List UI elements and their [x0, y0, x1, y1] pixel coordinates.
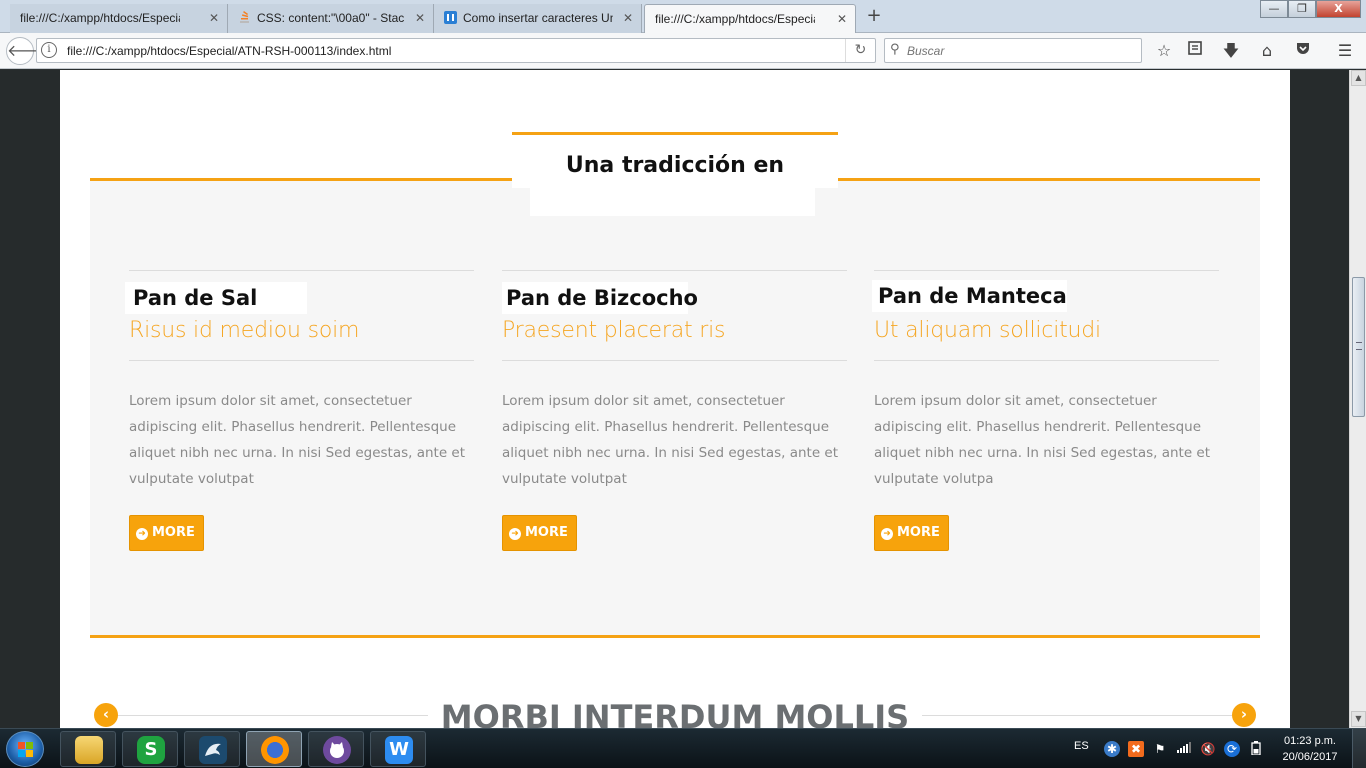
- xampp-icon[interactable]: ✖: [1128, 741, 1144, 757]
- tab-label: file:///C:/xampp/htdocs/Especial: [655, 12, 815, 26]
- tab-4-active[interactable]: file:///C:/xampp/htdocs/Especial ✕: [644, 4, 856, 34]
- tab-2[interactable]: CSS: content:"\00a0" - Stack O ✕: [228, 4, 434, 33]
- divider: [129, 360, 474, 361]
- carousel-prev-button[interactable]: ‹: [94, 703, 118, 727]
- writer-app-icon: W: [385, 736, 413, 764]
- dolphin-icon: [199, 736, 227, 764]
- search-input[interactable]: [907, 42, 1137, 60]
- title-box-overlay: [530, 180, 815, 216]
- page-content: Una tradicción en Veracruz Pan de Sal Ri…: [60, 70, 1290, 728]
- tab-strip: file:///C:/xampp/htdocs/Especial ✕ CSS: …: [0, 0, 1366, 34]
- pocket-icon[interactable]: [1292, 40, 1314, 62]
- system-clock[interactable]: 01:23 p.m. 20/06/2017: [1280, 733, 1340, 765]
- tab-3[interactable]: Como insertar caracteres Unic ✕: [434, 4, 642, 33]
- url-text[interactable]: file:///C:/xampp/htdocs/Especial/ATN-RSH…: [67, 44, 391, 58]
- address-bar[interactable]: i file:///C:/xampp/htdocs/Especial/ATN-R…: [36, 38, 876, 63]
- new-tab-button[interactable]: +: [864, 6, 884, 26]
- product-description: Lorem ipsum dolor sit amet, consectetuer…: [874, 393, 1211, 487]
- more-button[interactable]: ➜ MORE: [129, 515, 204, 551]
- product-name: Pan de Bizcocho: [502, 282, 698, 314]
- vertical-scrollbar[interactable]: ▲ ▼: [1349, 70, 1366, 728]
- taskbar-github-desktop[interactable]: [308, 731, 364, 767]
- product-subtitle: Praesent placerat ris: [502, 318, 726, 343]
- close-tab-icon[interactable]: ✕: [209, 11, 219, 25]
- reload-icon[interactable]: ↻: [845, 39, 875, 62]
- grip-icon: [1356, 342, 1362, 350]
- navigation-bar: 🡐 i file:///C:/xampp/htdocs/Especial/ATN…: [0, 33, 1366, 69]
- close-window-button[interactable]: X: [1316, 0, 1361, 18]
- product-subtitle: Ut aliquam sollicitudi: [874, 318, 1101, 343]
- sync-icon[interactable]: ⟳: [1224, 741, 1240, 757]
- search-icon: ⚲: [890, 42, 900, 57]
- clock-time: 01:23 p.m.: [1284, 735, 1336, 747]
- clock-date: 20/06/2017: [1282, 751, 1338, 763]
- divider: [874, 270, 1219, 271]
- language-indicator[interactable]: ES: [1074, 740, 1089, 752]
- carousel-header: ‹ › MORBI INTERDUM MOLLIS: [90, 690, 1260, 728]
- windows-taskbar: S W ES ✱ ✖ ⚑ 🔇 ⟳ 01:23 p.m. 20/06/2017: [0, 728, 1366, 768]
- more-button-label: MORE: [152, 525, 195, 540]
- arrow-right-circle-icon: ➜: [881, 528, 893, 540]
- octocat-icon: [323, 736, 351, 764]
- menu-hamburger-icon[interactable]: ☰: [1334, 40, 1356, 62]
- search-bar[interactable]: ⚲: [884, 38, 1142, 63]
- network-globe-icon[interactable]: ✱: [1104, 741, 1120, 757]
- product-name: Pan de Sal: [125, 282, 307, 314]
- arrow-right-circle-icon: ➜: [509, 528, 521, 540]
- firefox-icon: [261, 736, 289, 764]
- download-icon[interactable]: 🡇: [1220, 40, 1242, 62]
- tab-label: Como insertar caracteres Unic: [463, 11, 613, 25]
- tab-label: file:///C:/xampp/htdocs/Especial: [20, 11, 180, 25]
- close-tab-icon[interactable]: ✕: [415, 11, 425, 25]
- more-button[interactable]: ➜ MORE: [502, 515, 577, 551]
- tab-1[interactable]: file:///C:/xampp/htdocs/Especial ✕: [10, 4, 228, 33]
- taskbar-wps-writer[interactable]: W: [370, 731, 426, 767]
- divider: [874, 360, 1219, 361]
- bookmark-star-icon[interactable]: ☆: [1153, 40, 1175, 62]
- home-icon[interactable]: ⌂: [1256, 40, 1278, 62]
- reading-list-icon[interactable]: [1184, 40, 1206, 62]
- back-button[interactable]: 🡐: [6, 37, 50, 65]
- scroll-down-button[interactable]: ▼: [1351, 711, 1366, 727]
- info-icon[interactable]: i: [41, 42, 57, 58]
- taskbar-mysql-workbench[interactable]: [184, 731, 240, 767]
- arrow-right-circle-icon: ➜: [136, 528, 148, 540]
- taskbar-spreadsheets[interactable]: S: [122, 731, 178, 767]
- taskbar-file-explorer[interactable]: [60, 731, 116, 767]
- stackoverflow-icon: [238, 11, 251, 24]
- product-description: Lorem ipsum dolor sit amet, consectetuer…: [502, 393, 839, 487]
- volume-muted-icon[interactable]: 🔇: [1200, 741, 1216, 757]
- blue-square-icon: [444, 11, 457, 24]
- windows-logo-icon: [18, 742, 34, 758]
- divider: [116, 715, 428, 716]
- divider: [922, 715, 1232, 716]
- product-description: Lorem ipsum dolor sit amet, consectetuer…: [129, 393, 466, 487]
- more-button-label: MORE: [525, 525, 568, 540]
- page-viewport: Una tradicción en Veracruz Pan de Sal Ri…: [0, 70, 1349, 728]
- minimize-button[interactable]: —: [1260, 0, 1288, 18]
- folder-icon: [75, 736, 103, 764]
- divider: [129, 270, 474, 271]
- product-name: Pan de Manteca: [872, 280, 1067, 312]
- carousel-next-button[interactable]: ›: [1232, 703, 1256, 727]
- more-button[interactable]: ➜ MORE: [874, 515, 949, 551]
- divider: [502, 360, 847, 361]
- taskbar-firefox[interactable]: [246, 731, 302, 767]
- action-center-flag-icon[interactable]: ⚑: [1152, 741, 1168, 757]
- maximize-button[interactable]: ❐: [1288, 0, 1316, 18]
- scroll-up-button[interactable]: ▲: [1351, 70, 1366, 86]
- signal-strength-icon[interactable]: [1176, 741, 1192, 757]
- carousel-heading: MORBI INTERDUM MOLLIS: [440, 698, 910, 728]
- close-tab-icon[interactable]: ✕: [837, 12, 847, 26]
- spreadsheet-app-icon: S: [137, 736, 165, 764]
- divider: [502, 270, 847, 271]
- battery-icon[interactable]: [1248, 741, 1264, 757]
- start-button[interactable]: [6, 731, 44, 767]
- tab-label: CSS: content:"\00a0" - Stack O: [257, 11, 405, 25]
- close-tab-icon[interactable]: ✕: [623, 11, 633, 25]
- scrollbar-thumb[interactable]: [1352, 277, 1365, 417]
- show-desktop-button[interactable]: [1352, 729, 1366, 768]
- more-button-label: MORE: [897, 525, 940, 540]
- product-subtitle: Risus id mediou soim: [129, 318, 360, 343]
